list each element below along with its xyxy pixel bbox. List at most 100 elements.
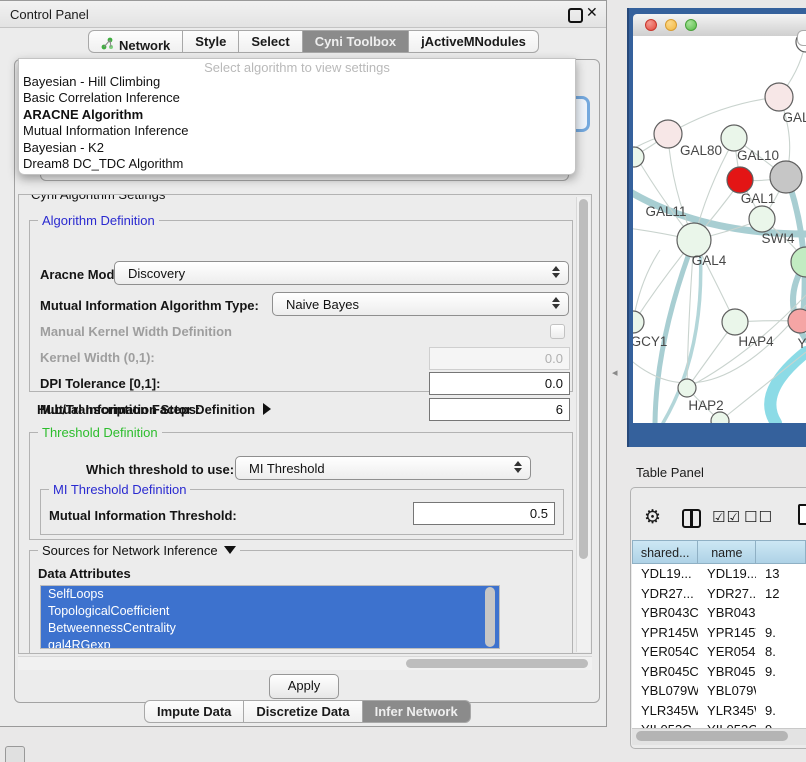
select-all-columns-icon[interactable]: ☑☑	[712, 508, 741, 526]
algorithm-option[interactable]: Basic Correlation Inference	[23, 90, 571, 106]
attributes-list-scrollbar[interactable]	[485, 587, 495, 647]
table-row[interactable]: YBL079WYBL079W	[632, 681, 806, 701]
network-node[interactable]	[677, 223, 711, 257]
tab-label: Style	[195, 34, 226, 49]
table-row[interactable]: YDR27...YDR27...12	[632, 584, 806, 604]
table-cell: YBR045C	[632, 662, 698, 682]
network-node[interactable]	[791, 247, 806, 277]
column-header[interactable]	[756, 540, 806, 564]
table-panel-title: Table Panel	[636, 465, 704, 480]
which-threshold-combobox[interactable]: MI Threshold	[235, 456, 531, 480]
mi-steps-field[interactable]	[429, 398, 570, 421]
data-attribute-item[interactable]: SelfLoops	[41, 586, 499, 603]
table-cell	[756, 603, 806, 623]
table-cell: YDL19...	[632, 564, 698, 584]
data-attribute-item[interactable]: BetweennessCentrality	[41, 620, 499, 637]
kernel-width-field[interactable]	[429, 347, 570, 370]
scrollbar-thumb[interactable]	[579, 199, 588, 559]
network-node[interactable]	[765, 83, 793, 111]
tab-network[interactable]: Network	[88, 30, 183, 53]
tab-infer-network[interactable]: Infer Network	[363, 700, 471, 723]
table-header-row: shared...name	[632, 540, 806, 564]
data-attribute-item[interactable]: TopologicalCoefficient	[41, 603, 499, 620]
zoom-traffic-light[interactable]	[685, 19, 697, 31]
tab-style[interactable]: Style	[183, 30, 239, 53]
minimize-traffic-light[interactable]	[665, 19, 677, 31]
tab-impute-data[interactable]: Impute Data	[144, 700, 244, 723]
network-edge	[720, 352, 806, 421]
threshold-definition-group: Threshold Definition Which threshold to …	[29, 432, 573, 540]
network-node[interactable]	[678, 379, 696, 397]
network-node[interactable]	[770, 161, 802, 193]
mi-type-value: Naive Bayes	[286, 297, 359, 312]
algorithm-option[interactable]: Mutual Information Inference	[23, 123, 571, 139]
table-row[interactable]: YDL19...YDL19...13	[632, 564, 806, 584]
tab-select[interactable]: Select	[239, 30, 302, 53]
data-attribute-item[interactable]: gal4RGexp	[41, 637, 499, 649]
table-cell	[756, 681, 806, 701]
tab-cyni-toolbox[interactable]: Cyni Toolbox	[303, 30, 409, 53]
bottom-left-mini-button[interactable]	[5, 746, 25, 762]
close-icon[interactable]: ✕	[586, 4, 598, 21]
apply-button[interactable]: Apply	[269, 674, 339, 699]
manual-kernel-checkbox[interactable]	[550, 324, 565, 339]
aracne-mode-combobox[interactable]: Discovery	[114, 261, 569, 285]
network-node[interactable]	[749, 206, 775, 232]
scrollbar-thumb[interactable]	[406, 659, 588, 668]
control-panel-titlebar: Control Panel ✕	[0, 1, 606, 28]
column-header[interactable]: shared...	[632, 540, 698, 564]
table-cell: 9.	[756, 662, 806, 682]
gear-icon[interactable]: ⚙	[644, 506, 661, 529]
table-cell: YIL053C	[698, 720, 756, 728]
table-row[interactable]: YPR145WYPR145W9.	[632, 623, 806, 643]
tab-discretize-data[interactable]: Discretize Data	[244, 700, 362, 723]
table-row[interactable]: YLR345WYLR345W9.	[632, 701, 806, 721]
table-row[interactable]: YBR045CYBR045C9.	[632, 662, 806, 682]
network-canvas[interactable]: GAL80GAL10GALGAL11GAL1SWI4GAL4GCY1HAP4YH…	[633, 36, 806, 423]
network-window-titlebar[interactable]	[633, 14, 806, 37]
tab-label: Select	[251, 34, 289, 49]
mi-threshold-field[interactable]	[413, 502, 555, 525]
tab-jactivemnodules[interactable]: jActiveMNodules	[409, 30, 539, 53]
table-cell: YBR043C	[632, 603, 698, 623]
network-node[interactable]	[722, 309, 748, 335]
network-node[interactable]	[633, 311, 644, 333]
deselect-all-columns-icon[interactable]: ☐☐	[744, 508, 773, 526]
network-node[interactable]	[788, 309, 806, 333]
window-title: Control Panel	[10, 7, 89, 22]
algorithm-definition-group: Algorithm Definition Aracne Mode: Discov…	[29, 220, 573, 392]
table-body: YDL19...YDL19...13YDR27...YDR27...12YBR0…	[632, 564, 806, 728]
network-node[interactable]	[727, 167, 753, 193]
splitter-handle-icon[interactable]: ◂	[612, 366, 618, 379]
settings-horizontal-scrollbar[interactable]	[18, 656, 592, 670]
algorithm-option[interactable]: Bayesian - Hill Climbing	[23, 74, 571, 90]
split-columns-icon[interactable]	[682, 509, 701, 528]
network-node[interactable]	[633, 147, 644, 167]
algorithm-option[interactable]: Bayesian - K2	[23, 140, 571, 156]
network-search-box[interactable]	[797, 30, 806, 46]
table-row[interactable]: YER054CYER054C8.	[632, 642, 806, 662]
float-window-icon[interactable]	[568, 8, 583, 23]
node-label: HAP4	[738, 334, 774, 349]
table-cell: YDL19...	[698, 564, 756, 584]
new-table-icon[interactable]	[798, 504, 806, 525]
settings-vertical-scrollbar[interactable]	[576, 197, 590, 652]
network-node[interactable]	[654, 120, 682, 148]
dpi-tolerance-field[interactable]	[429, 372, 570, 395]
close-traffic-light[interactable]	[645, 19, 657, 31]
column-header[interactable]: name	[698, 540, 756, 564]
table-cell: YER054C	[698, 642, 756, 662]
table-row[interactable]: YIL053CYIL053C9.	[632, 720, 806, 728]
scrollbar-thumb[interactable]	[636, 731, 788, 741]
mi-type-combobox[interactable]: Naive Bayes	[272, 292, 569, 316]
table-row[interactable]: YBR043CYBR043C	[632, 603, 806, 623]
algorithm-option[interactable]: Dream8 DC_TDC Algorithm	[23, 156, 571, 172]
expand-right-icon	[263, 403, 271, 415]
network-node[interactable]	[711, 412, 729, 423]
bottom-tabs: Impute Data Discretize Data Infer Networ…	[144, 700, 471, 723]
hub-definition-expander[interactable]: Hub/Transcription Factor Definition	[37, 401, 271, 419]
table-cell: YBR043C	[698, 603, 756, 623]
node-label: GAL4	[692, 253, 727, 268]
table-cell: YIL053C	[632, 720, 698, 728]
algorithm-option[interactable]: ARACNE Algorithm	[23, 107, 571, 123]
